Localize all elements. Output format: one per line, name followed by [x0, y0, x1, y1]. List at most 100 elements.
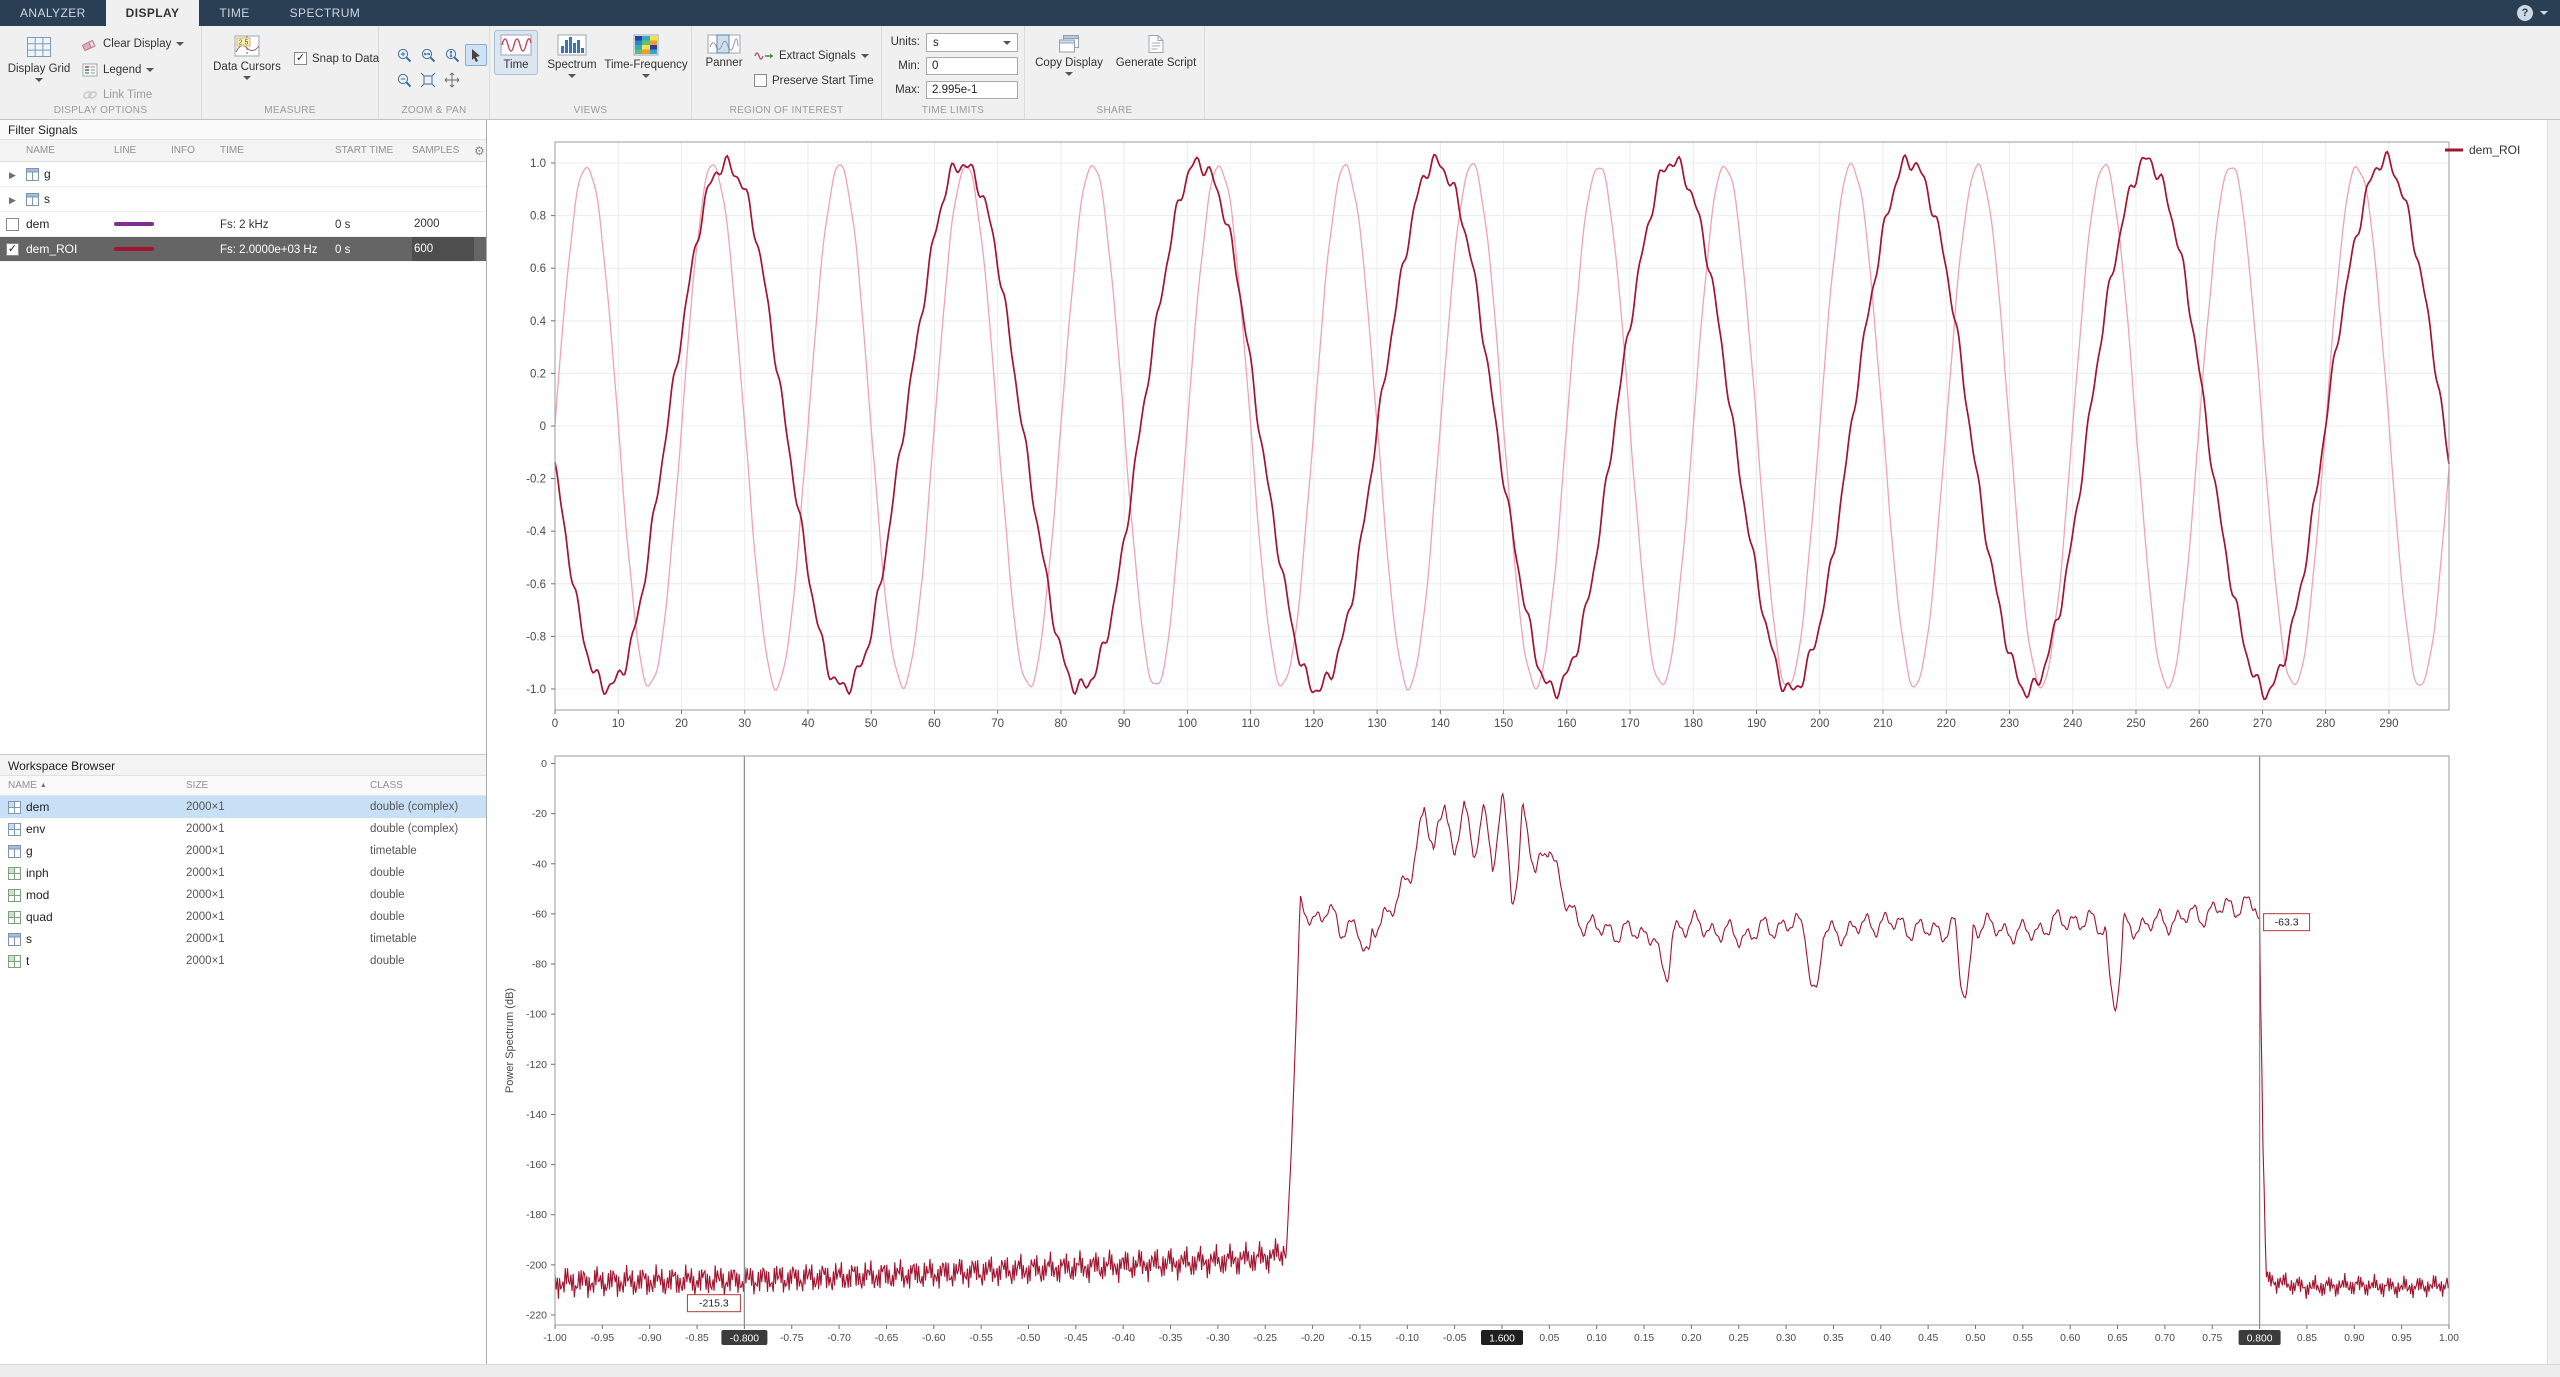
gear-icon[interactable]: ⚙ — [474, 144, 487, 158]
workspace-row-mod[interactable]: mod2000×1double — [0, 884, 486, 906]
tab-analyzer[interactable]: ANALYZER — [0, 0, 106, 26]
tick-label: 230 — [2000, 718, 2019, 730]
copy-display-button[interactable]: Copy Display — [1031, 30, 1107, 80]
col-header-time[interactable]: TIME — [220, 145, 335, 156]
legend-button[interactable]: Legend — [82, 62, 154, 78]
preserve-start-time-checkbox[interactable]: Preserve Start Time — [754, 74, 874, 87]
col-header-name[interactable]: NAME — [26, 145, 114, 156]
help-caret-icon[interactable] — [2540, 11, 2548, 15]
col-header-start-time[interactable]: START TIME — [335, 145, 412, 156]
variable-size: 2000×1 — [186, 933, 370, 945]
signal-checkbox[interactable] — [6, 218, 19, 231]
tick-label: 110 — [1241, 718, 1259, 730]
tick-label: 0.05 — [1539, 1333, 1559, 1344]
signal-row-dem[interactable]: demFs: 2 kHz0 s2000 — [0, 212, 486, 237]
tick-label: -0.4 — [526, 526, 546, 538]
signal-start-time: 0 s — [335, 244, 350, 256]
tick-label: 220 — [1937, 718, 1956, 730]
signal-row-g[interactable]: ▶g — [0, 162, 486, 187]
workspace-row-g[interactable]: g2000×1timetable — [0, 840, 486, 862]
signal-samples: 2000 — [412, 218, 440, 230]
tab-spectrum[interactable]: SPECTRUM — [270, 0, 381, 26]
panner-button[interactable]: Panner — [698, 30, 750, 73]
ws-col-header-class[interactable]: CLASS — [370, 780, 487, 791]
spectrum-view-button[interactable]: Spectrum — [542, 30, 602, 82]
workspace-row-quad[interactable]: quad2000×1double — [0, 906, 486, 928]
workspace-row-env[interactable]: env2000×1double (complex) — [0, 818, 486, 840]
expand-arrow-icon[interactable]: ▶ — [9, 195, 16, 205]
max-value: 2.995e-1 — [932, 84, 977, 96]
left-panel: Filter Signals NAME LINE INFO TIME START… — [0, 120, 487, 1377]
tick-label: -40 — [532, 858, 547, 870]
tick-label: -0.25 — [1254, 1333, 1278, 1344]
col-header-samples[interactable]: SAMPLES — [412, 145, 474, 156]
variable-name: mod — [26, 888, 49, 902]
zoom-in-x-button[interactable] — [417, 44, 439, 66]
ribbon-section-zoom-pan: ZOOM & PAN — [379, 26, 490, 119]
tab-time[interactable]: TIME — [199, 0, 269, 26]
tick-label: 0.6 — [530, 263, 546, 275]
min-input[interactable]: 0 — [926, 57, 1018, 75]
tick-label: 10 — [612, 718, 625, 730]
tick-label: 0.25 — [1729, 1333, 1749, 1344]
legend-entry-dem_ROI[interactable]: dem_ROI — [2445, 143, 2520, 157]
units-caret-icon — [1003, 41, 1011, 45]
generate-script-label: Generate Script — [1116, 57, 1197, 69]
spectrum-plot-canvas[interactable] — [555, 756, 2449, 1325]
pointer-tool-button[interactable] — [465, 44, 487, 66]
display-grid-button[interactable]: Display Grid — [6, 30, 72, 86]
extract-signals-icon — [754, 48, 774, 64]
workspace-row-s[interactable]: s2000×1timetable — [0, 928, 486, 950]
ws-col-header-name[interactable]: NAME ▲ — [0, 780, 186, 791]
ws-col-header-size[interactable]: SIZE — [186, 780, 370, 791]
signal-checkbox[interactable]: ✓ — [6, 243, 19, 256]
tick-label: -1.00 — [543, 1333, 567, 1344]
display-grid-caret-icon — [35, 78, 43, 82]
panner-label: Panner — [705, 57, 742, 69]
svg-text:2.5: 2.5 — [239, 40, 249, 47]
tick-label: -0.75 — [780, 1333, 804, 1344]
workspace-row-t[interactable]: t2000×1double — [0, 950, 486, 972]
tick-label: 0 — [540, 421, 546, 433]
tick-label: -0.20 — [1301, 1333, 1325, 1344]
tick-label: 150 — [1494, 718, 1513, 730]
spectrum-plot[interactable]: -1.00-0.95-0.90-0.85-0.80-0.75-0.70-0.65… — [487, 748, 2560, 1365]
max-label: Max: — [882, 84, 920, 96]
max-input[interactable]: 2.995e-1 — [926, 81, 1018, 99]
pan-button[interactable] — [441, 69, 463, 91]
col-header-info[interactable]: INFO — [171, 145, 220, 156]
clear-display-button[interactable]: Clear Display — [82, 36, 184, 52]
pointer-icon — [468, 47, 484, 63]
help-icon[interactable]: ? — [2517, 5, 2533, 21]
units-select[interactable]: s — [926, 33, 1018, 52]
signal-row-dem_ROI[interactable]: ✓dem_ROIFs: 2.0000e+03 Hz0 s600 — [0, 237, 486, 262]
workspace-row-dem[interactable]: dem2000×1double (complex) — [0, 796, 486, 818]
data-cursors-button[interactable]: 2.5 Data Cursors — [208, 30, 286, 84]
extract-signals-button[interactable]: Extract Signals — [754, 48, 869, 64]
fit-to-view-button[interactable] — [417, 69, 439, 91]
expand-arrow-icon[interactable]: ▶ — [9, 170, 16, 180]
generate-script-button[interactable]: Generate Script — [1113, 30, 1199, 73]
time-view-button[interactable]: Time — [494, 30, 538, 75]
col-header-line[interactable]: LINE — [114, 145, 171, 156]
variable-class: double — [370, 911, 487, 923]
zoom-in-button[interactable] — [393, 44, 415, 66]
right-scrollbar-strip[interactable] — [2547, 120, 2560, 1377]
time-frequency-view-button[interactable]: Time-Frequency — [602, 30, 690, 82]
checkbox-checked-icon[interactable]: ✓ — [294, 52, 307, 65]
ribbon-filler — [1205, 26, 2560, 119]
tab-display[interactable]: DISPLAY — [106, 0, 200, 26]
spectrum-view-label: Spectrum — [547, 59, 596, 71]
signal-row-s[interactable]: ▶s — [0, 187, 486, 212]
variable-name: g — [26, 844, 33, 858]
tick-label: -0.2 — [526, 474, 546, 486]
filter-signals-empty-space — [0, 262, 486, 754]
time-plot[interactable]: 0102030405060708090100110120130140150160… — [487, 120, 2560, 748]
checkbox-unchecked-icon[interactable] — [754, 74, 767, 87]
snap-to-data-checkbox[interactable]: ✓ Snap to Data — [294, 52, 379, 65]
workspace-row-inph[interactable]: inph2000×1double — [0, 862, 486, 884]
tick-label: 0.8 — [530, 211, 546, 223]
zoom-in-y-button[interactable] — [441, 44, 463, 66]
zoom-out-button[interactable] — [393, 69, 415, 91]
legend-icon — [82, 62, 98, 78]
